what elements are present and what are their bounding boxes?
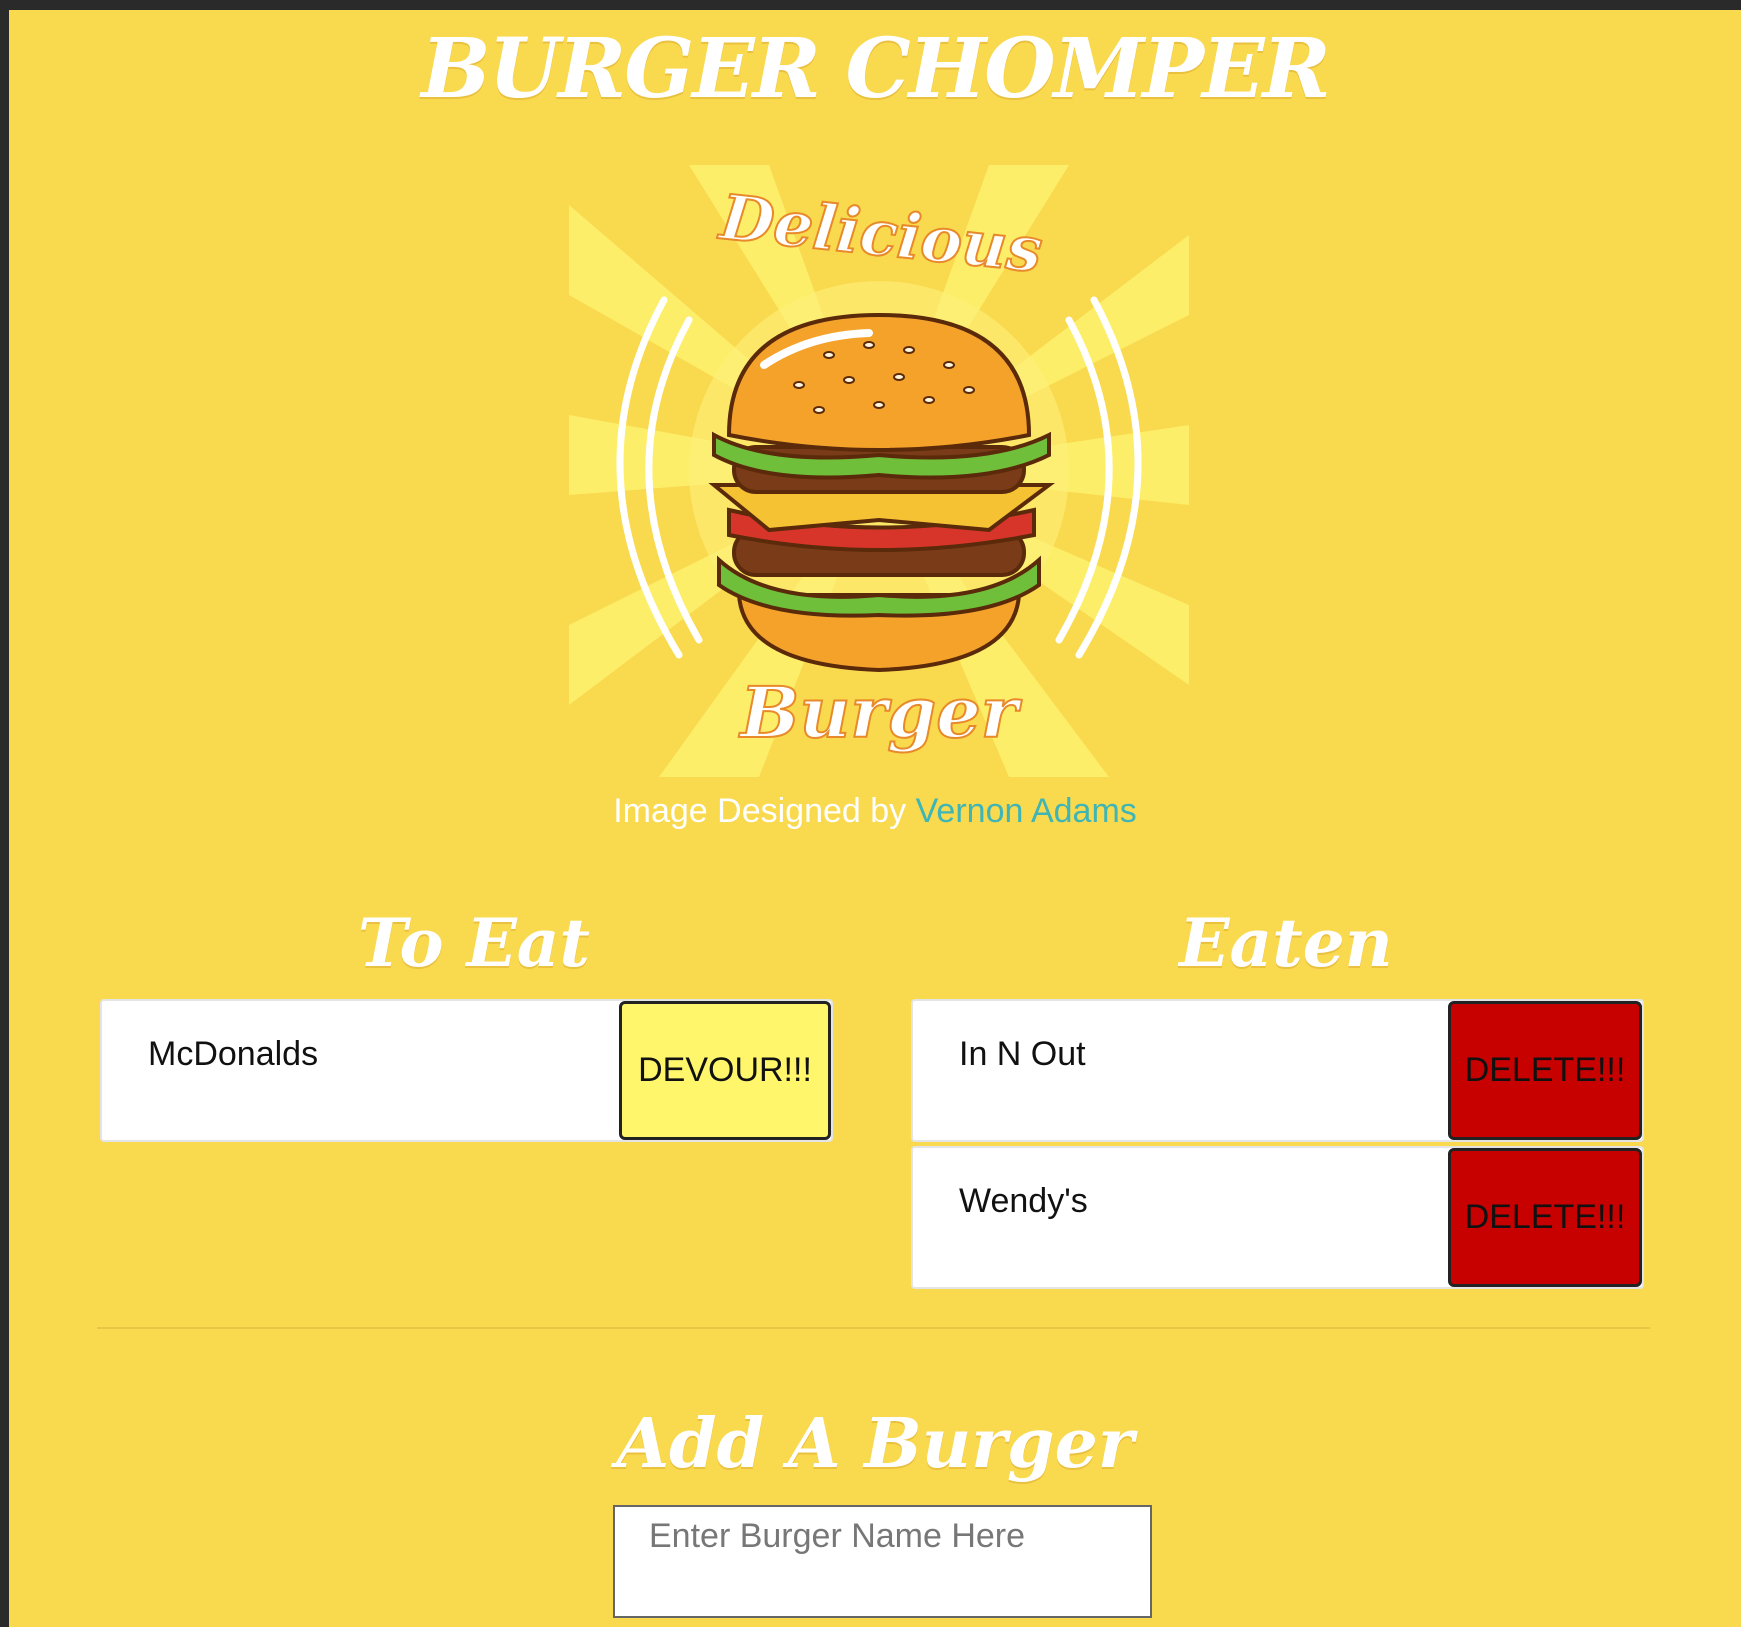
to-eat-heading: To Eat: [357, 904, 591, 982]
eaten-item-name: In N Out: [959, 1035, 1086, 1073]
add-burger-heading: Add A Burger: [616, 1404, 1134, 1484]
eaten-item: Wendy's DELETE!!!: [911, 1146, 1644, 1289]
burger-icon: [708, 312, 1055, 673]
eaten-item-name: Wendy's: [959, 1182, 1088, 1220]
credit-author-link[interactable]: Vernon Adams: [916, 792, 1137, 830]
page-title: BURGER CHOMPER: [421, 21, 1330, 117]
section-divider: [97, 1327, 1650, 1329]
eaten-heading: Eaten: [1179, 904, 1393, 982]
credit-prefix: Image Designed by: [613, 792, 907, 830]
to-eat-item-name: McDonalds: [148, 1035, 319, 1073]
eaten-item: In N Out DELETE!!!: [911, 999, 1644, 1142]
logo-bottom-text: Burger: [738, 671, 1022, 754]
delete-button[interactable]: DELETE!!!: [1448, 1148, 1642, 1287]
app-page: BURGER CHOMPER Delicious Burger Image De…: [9, 10, 1741, 1627]
devour-button[interactable]: DEVOUR!!!: [619, 1001, 831, 1140]
burger-name-input[interactable]: [613, 1505, 1152, 1618]
burger-logo-image: Delicious Burger: [569, 165, 1189, 777]
to-eat-item: McDonalds DEVOUR!!!: [100, 999, 833, 1142]
image-credit: Image Designed by Vernon Adams: [9, 792, 1741, 831]
delete-button[interactable]: DELETE!!!: [1448, 1001, 1642, 1140]
